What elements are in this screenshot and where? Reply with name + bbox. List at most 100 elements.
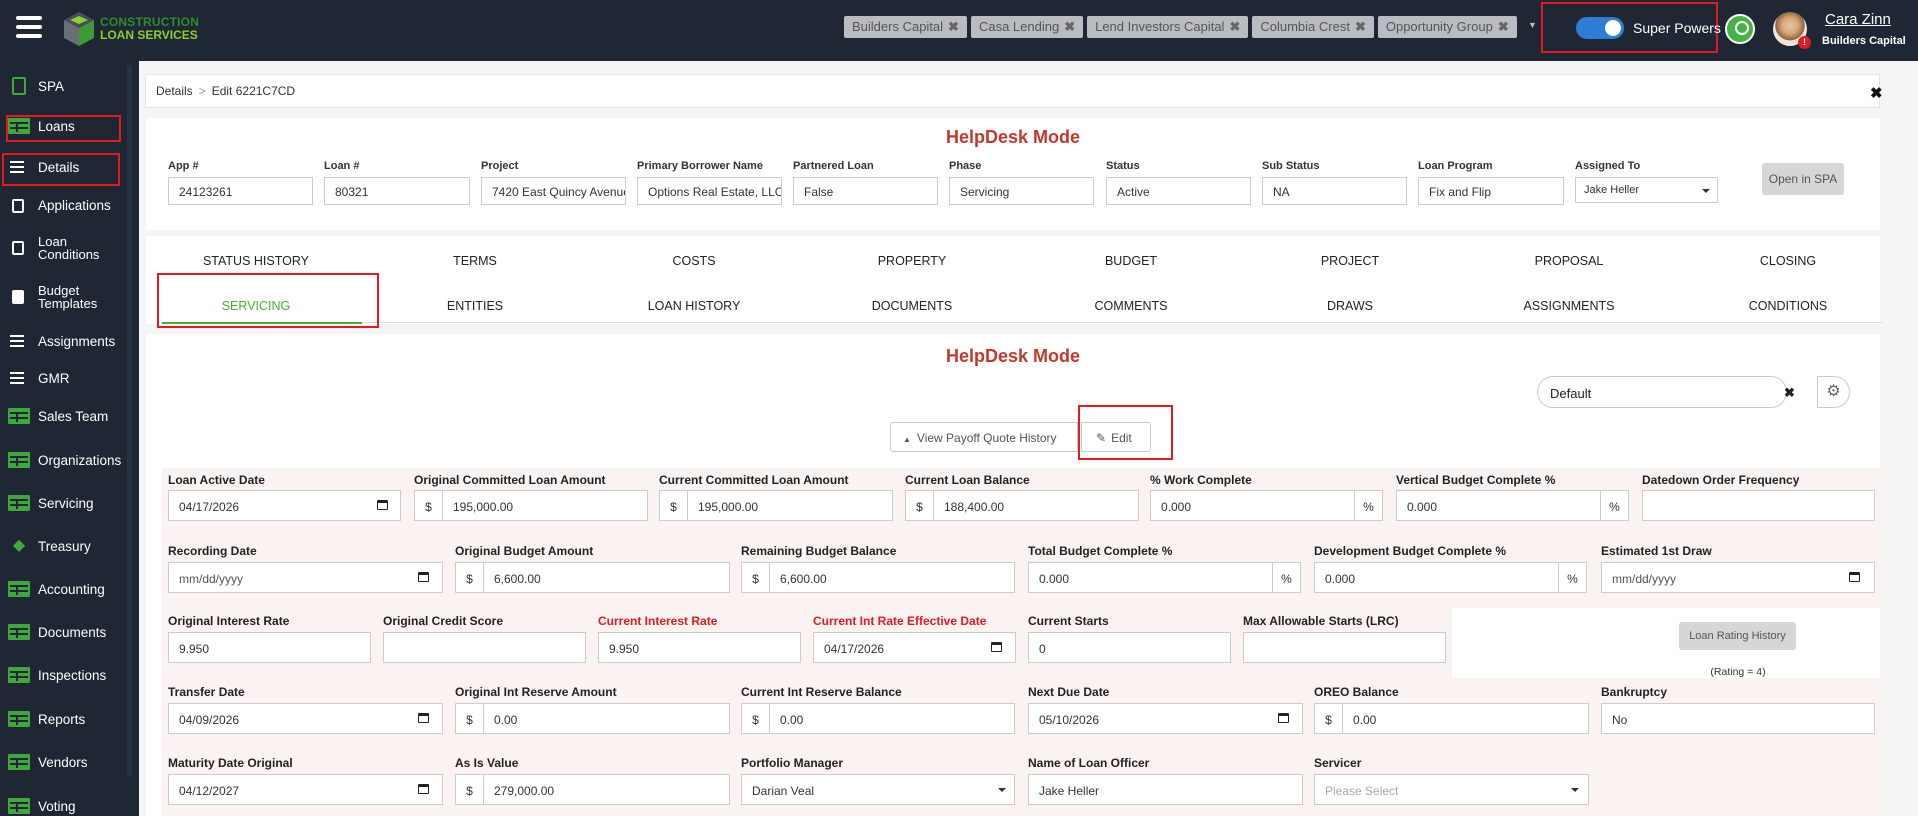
sidebar-item-sales-team[interactable]: Sales Team	[8, 408, 124, 424]
calendar-icon[interactable]	[1278, 713, 1289, 723]
tab-closing[interactable]: CLOSING	[1679, 254, 1897, 268]
loan-number-field[interactable]: 80321	[324, 177, 470, 205]
sidebar-item-documents[interactable]: Documents	[8, 624, 124, 640]
transfer-date-input[interactable]: 04/09/2026	[168, 703, 443, 734]
tab-budget[interactable]: BUDGET	[1022, 254, 1240, 268]
lender-chip[interactable]: Columbia Crest ✖	[1252, 16, 1374, 38]
current-int-reserve-balance-input[interactable]: 0.00	[769, 703, 1015, 734]
sidebar-item-reports[interactable]: Reports	[8, 711, 124, 727]
current-starts-input[interactable]: 0	[1028, 632, 1231, 663]
lender-chip[interactable]: Casa Lending ✖	[970, 16, 1084, 38]
loan-officer-input[interactable]: Jake Heller	[1028, 774, 1303, 805]
development-budget-complete-input[interactable]: 0.000	[1314, 562, 1559, 593]
tab-draws[interactable]: DRAWS	[1241, 299, 1459, 313]
sidebar-item-servicing[interactable]: Servicing	[8, 495, 124, 511]
primary-borrower-field[interactable]: Options Real Estate, LLC	[637, 177, 782, 205]
tab-comments[interactable]: COMMENTS	[1022, 299, 1240, 313]
current-committed-loan-amount-input[interactable]: 195,000.00	[687, 490, 893, 521]
tab-documents[interactable]: DOCUMENTS	[803, 299, 1021, 313]
user-name-link[interactable]: Cara Zinn	[1825, 11, 1891, 28]
vertical-budget-complete-input[interactable]: 0.000	[1396, 490, 1601, 521]
sub-status-field[interactable]: NA	[1262, 177, 1407, 205]
sidebar-item-accounting[interactable]: Accounting	[8, 581, 124, 597]
loan-program-field[interactable]: Fix and Flip	[1418, 177, 1564, 205]
lender-chip[interactable]: Lend Investors Capital ✖	[1087, 16, 1249, 38]
tab-conditions[interactable]: CONDITIONS	[1679, 299, 1897, 313]
original-credit-score-input[interactable]	[383, 632, 586, 663]
tab-project[interactable]: PROJECT	[1241, 254, 1459, 268]
oreo-balance-input[interactable]: 0.00	[1342, 703, 1589, 734]
calendar-icon[interactable]	[418, 784, 429, 794]
current-int-rate-effective-date-input[interactable]: 04/17/2026	[813, 632, 1016, 663]
app-logo[interactable]: CONSTRUCTION LOAN SERVICES	[62, 10, 199, 48]
chip-close-icon[interactable]: ✖	[1229, 19, 1240, 34]
user-avatar[interactable]: !	[1773, 12, 1811, 49]
lender-chip[interactable]: Opportunity Group ✖	[1377, 16, 1517, 38]
total-budget-complete-input[interactable]: 0.000	[1028, 562, 1273, 593]
tab-terms[interactable]: TERMS	[366, 254, 584, 268]
tab-assignments[interactable]: ASSIGNMENTS	[1460, 299, 1678, 313]
sidebar-item-budget-templates[interactable]: Budget Templates	[8, 284, 108, 310]
clear-icon[interactable]: ✖	[1784, 385, 1795, 401]
servicer-select[interactable]: Please Select	[1314, 774, 1589, 805]
sidebar-item-spa[interactable]: SPA	[8, 77, 124, 95]
status-field[interactable]: Active	[1106, 177, 1251, 205]
chip-close-icon[interactable]: ✖	[948, 19, 959, 34]
tab-status-history[interactable]: STATUS HISTORY	[147, 254, 365, 268]
tab-costs[interactable]: COSTS	[585, 254, 803, 268]
current-interest-rate-input[interactable]: 9.950	[598, 632, 801, 663]
project-field[interactable]: 7420 East Quincy Avenue	[481, 177, 626, 205]
maturity-date-original-input[interactable]: 04/12/2027	[168, 774, 443, 805]
bankruptcy-input[interactable]: No	[1601, 703, 1875, 734]
calendar-icon[interactable]	[1849, 572, 1860, 582]
tab-proposal[interactable]: PROPOSAL	[1460, 254, 1678, 268]
calendar-icon[interactable]	[991, 642, 1002, 652]
sidebar-item-applications[interactable]: Applications	[8, 198, 124, 213]
datedown-order-frequency-input[interactable]	[1642, 490, 1875, 521]
sidebar-item-vendors[interactable]: Vendors	[8, 754, 124, 770]
view-payoff-quote-history-button[interactable]: ▲ View Payoff Quote History	[890, 422, 1078, 452]
original-int-reserve-amount-input[interactable]: 0.00	[483, 703, 730, 734]
sidebar-scrollbar[interactable]	[127, 65, 132, 776]
work-complete-input[interactable]: 0.000	[1150, 490, 1355, 521]
super-powers-toggle[interactable]	[1576, 17, 1624, 39]
portfolio-manager-select[interactable]: Darian Veal	[741, 774, 1015, 805]
chip-close-icon[interactable]: ✖	[1498, 19, 1509, 34]
original-interest-rate-input[interactable]: 9.950	[168, 632, 371, 663]
loan-rating-history-button[interactable]: Loan Rating History	[1679, 622, 1796, 650]
sidebar-item-assignments[interactable]: Assignments	[8, 333, 124, 349]
current-loan-balance-input[interactable]: 188,400.00	[933, 490, 1139, 521]
breadcrumb-root[interactable]: Details	[156, 84, 193, 98]
close-icon[interactable]: ✖	[1870, 84, 1883, 102]
open-in-spa-button[interactable]: Open in SPA	[1762, 163, 1844, 195]
recording-date-input[interactable]: mm/dd/yyyy	[168, 562, 443, 593]
max-allowable-starts-input[interactable]	[1243, 632, 1446, 663]
sidebar-item-inspections[interactable]: Inspections	[8, 667, 124, 683]
chip-close-icon[interactable]: ✖	[1355, 19, 1366, 34]
original-committed-loan-amount-input[interactable]: 195,000.00	[442, 490, 648, 521]
phase-field[interactable]: Servicing	[949, 177, 1094, 205]
assigned-to-select[interactable]: Jake Heller	[1575, 177, 1718, 203]
hamburger-menu-icon[interactable]	[16, 16, 42, 38]
calendar-icon[interactable]	[377, 500, 388, 510]
tab-entities[interactable]: ENTITIES	[366, 299, 584, 313]
loan-active-date-input[interactable]: 04/17/2026	[168, 490, 401, 521]
sidebar-item-treasury[interactable]: ◆ Treasury	[8, 538, 124, 554]
user-status-icon[interactable]	[1725, 14, 1755, 44]
gear-icon[interactable]: ⚙	[1817, 376, 1850, 408]
estimated-first-draw-input[interactable]: mm/dd/yyyy	[1601, 562, 1875, 593]
sidebar-item-voting[interactable]: Voting	[8, 798, 124, 814]
sidebar-item-organizations[interactable]: Organizations	[8, 452, 124, 468]
calendar-icon[interactable]	[418, 713, 429, 723]
as-is-value-input[interactable]: 279,000.00	[483, 774, 730, 805]
sidebar-item-gmr[interactable]: GMR	[8, 370, 124, 386]
tab-property[interactable]: PROPERTY	[803, 254, 1021, 268]
calendar-icon[interactable]	[418, 572, 429, 582]
sidebar-item-loan-conditions[interactable]: Loan Conditions	[8, 235, 99, 261]
chips-dropdown-icon[interactable]: ▼	[1528, 20, 1537, 30]
chip-close-icon[interactable]: ✖	[1064, 19, 1075, 34]
lender-chip[interactable]: Builders Capital ✖	[844, 16, 967, 38]
next-due-date-input[interactable]: 05/10/2026	[1028, 703, 1303, 734]
remaining-budget-balance-input[interactable]: 6,600.00	[769, 562, 1015, 593]
original-budget-amount-input[interactable]: 6,600.00	[483, 562, 730, 593]
